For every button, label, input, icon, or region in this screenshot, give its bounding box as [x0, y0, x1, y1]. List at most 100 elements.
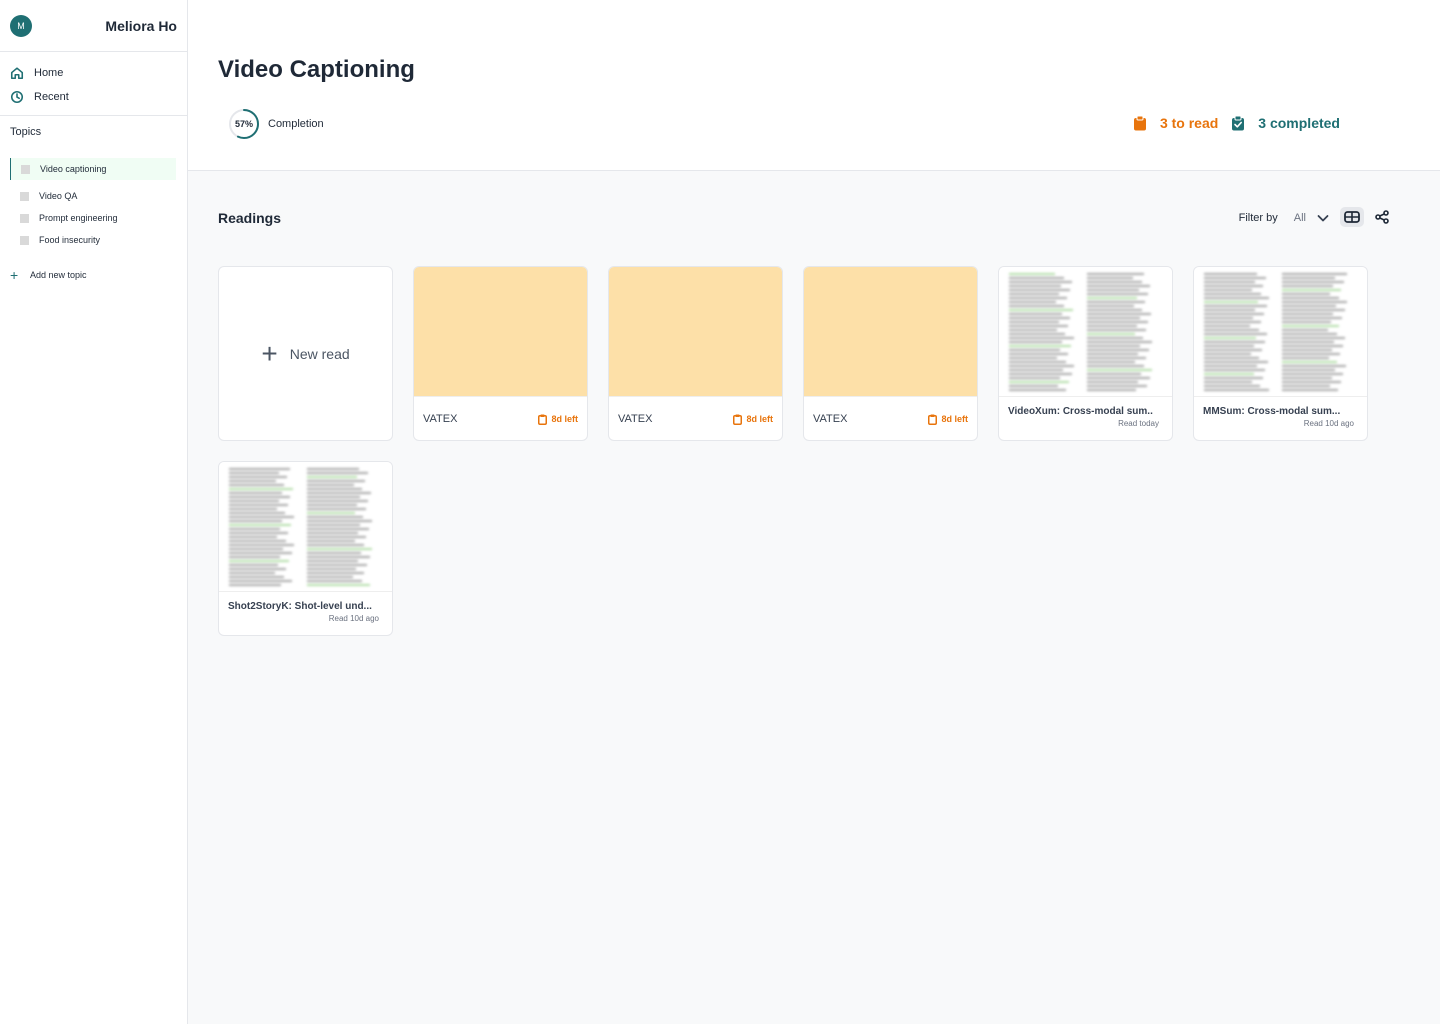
- due-text: 8d left: [941, 414, 968, 424]
- reading-card[interactable]: VideoXum: Cross-modal sum.. Read today: [998, 266, 1173, 441]
- paper-text-line: [1282, 305, 1337, 307]
- paper-text-line: [1282, 337, 1346, 339]
- due-text: 8d left: [746, 414, 773, 424]
- paper-text-line: [1282, 373, 1344, 375]
- paper-text-line: [307, 576, 354, 578]
- paper-text-line: [1204, 329, 1259, 331]
- reading-title: VATEX: [618, 413, 653, 425]
- paper-text-line: [229, 580, 293, 582]
- paper-text-line: [1009, 385, 1058, 387]
- reading-card[interactable]: Shot2StoryK: Shot-level und... Read 10d …: [218, 461, 393, 636]
- paper-text-line: [1282, 281, 1345, 283]
- paper-text-line: [1282, 365, 1347, 367]
- reading-thumbnail: [804, 267, 977, 397]
- paper-text-line: [229, 504, 288, 506]
- paper-text-line: [1009, 373, 1072, 375]
- reading-title: VATEX: [813, 413, 848, 425]
- avatar[interactable]: M: [10, 14, 32, 37]
- paper-text-line: [1087, 341, 1152, 343]
- paper-text-line: [307, 496, 360, 498]
- graph-view-button[interactable]: [1374, 209, 1390, 225]
- page-header: Video Captioning 57% Completion 3 to rea…: [188, 0, 1440, 171]
- paper-text-line: [1087, 313, 1152, 315]
- topics-heading: Topics: [10, 126, 42, 138]
- paper-text-line: [229, 488, 294, 490]
- user-header[interactable]: M Meliora Ho: [0, 0, 187, 52]
- read-status: Read 10d ago: [328, 614, 379, 623]
- paper-text-line: [1087, 293, 1148, 295]
- completed-stat[interactable]: 3 completed: [1231, 115, 1340, 131]
- card-footer: MMSum: Cross-modal sum... Read 10d ago: [1194, 397, 1367, 440]
- topic-color-swatch: [20, 191, 29, 201]
- grid-view-button[interactable]: [1340, 207, 1364, 227]
- topic-item-prompt-engineering[interactable]: Prompt engineering: [10, 207, 176, 229]
- topic-color-swatch: [20, 213, 29, 223]
- reading-card[interactable]: MMSum: Cross-modal sum... Read 10d ago: [1193, 266, 1368, 441]
- paper-text-line: [1204, 297, 1270, 299]
- nav-item-recent[interactable]: Recent: [0, 85, 187, 109]
- paper-text-line: [1087, 345, 1141, 347]
- paper-text-line: [1009, 285, 1062, 287]
- paper-text-line: [1282, 285, 1333, 287]
- topic-item-food-insecurity[interactable]: Food insecurity: [10, 229, 176, 251]
- to-read-stat[interactable]: 3 to read: [1133, 115, 1218, 131]
- paper-text-line: [1009, 353, 1069, 355]
- due-text: 8d left: [551, 414, 578, 424]
- paper-text-line: [1009, 389, 1067, 391]
- paper-text-line: [1204, 313, 1265, 315]
- paper-text-line: [1087, 317, 1140, 319]
- readings-toolbar: Readings Filter by All: [218, 207, 1390, 230]
- paper-text-column: [1282, 273, 1348, 393]
- paper-text-line: [1204, 337, 1257, 339]
- clipboard-icon: [538, 414, 548, 425]
- reading-card[interactable]: VATEX 8d left: [608, 266, 783, 441]
- due-badge: 8d left: [538, 414, 578, 425]
- paper-text-line: [307, 516, 364, 518]
- paper-text-line: [307, 572, 365, 574]
- clipboard-check-icon: [1232, 115, 1245, 131]
- paper-text-line: [1282, 357, 1329, 359]
- topic-label: Prompt engineering: [39, 213, 118, 223]
- paper-text-line: [1087, 277, 1134, 279]
- main-content: Video Captioning 57% Completion 3 to rea…: [188, 0, 1440, 1024]
- paper-text-line: [307, 528, 370, 530]
- paper-text-line: [229, 472, 279, 474]
- topic-item-video-qa[interactable]: Video QA: [10, 185, 176, 207]
- topic-label: Video captioning: [40, 164, 107, 174]
- paper-text-line: [307, 580, 362, 582]
- paper-text-line: [1282, 325, 1340, 327]
- reading-card[interactable]: VATEX 8d left: [413, 266, 588, 441]
- paper-text-line: [307, 552, 362, 554]
- paper-text-column: [1204, 273, 1270, 393]
- paper-text-line: [1282, 389, 1339, 391]
- paper-text-line: [1204, 317, 1253, 319]
- chevron-down-icon[interactable]: [1316, 211, 1330, 225]
- paper-text-line: [1087, 369, 1153, 371]
- plus-icon: +: [261, 337, 278, 369]
- paper-text-line: [229, 512, 286, 514]
- paper-text-line: [1087, 273, 1145, 275]
- topic-item-video-captioning[interactable]: Video captioning: [10, 158, 176, 180]
- paper-text-line: [1204, 369, 1266, 371]
- paper-text-line: [229, 572, 276, 574]
- reading-title: VideoXum: Cross-modal sum..: [1008, 406, 1153, 417]
- paper-text-line: [307, 504, 358, 506]
- paper-text-line: [1087, 301, 1146, 303]
- paper-text-line: [1087, 357, 1147, 359]
- nav-item-home[interactable]: Home: [0, 61, 187, 85]
- paper-text-line: [1204, 349, 1263, 351]
- paper-text-line: [1009, 313, 1062, 315]
- paper-text-line: [229, 568, 287, 570]
- topic-list: Video captioning Video QA Prompt enginee…: [0, 152, 187, 251]
- reading-card[interactable]: VATEX 8d left: [803, 266, 978, 441]
- paper-text-line: [1204, 389, 1269, 391]
- completed-count: 3 completed: [1258, 115, 1340, 131]
- paper-text-column: [307, 468, 373, 588]
- new-read-card[interactable]: + New read: [218, 266, 393, 441]
- paper-text-line: [1009, 325, 1068, 327]
- filter-select[interactable]: All: [1294, 212, 1306, 224]
- paper-text-line: [1087, 289, 1140, 291]
- topic-label: Video QA: [39, 191, 78, 201]
- paper-text-line: [229, 584, 282, 586]
- add-topic-button[interactable]: + Add new topic: [0, 265, 187, 285]
